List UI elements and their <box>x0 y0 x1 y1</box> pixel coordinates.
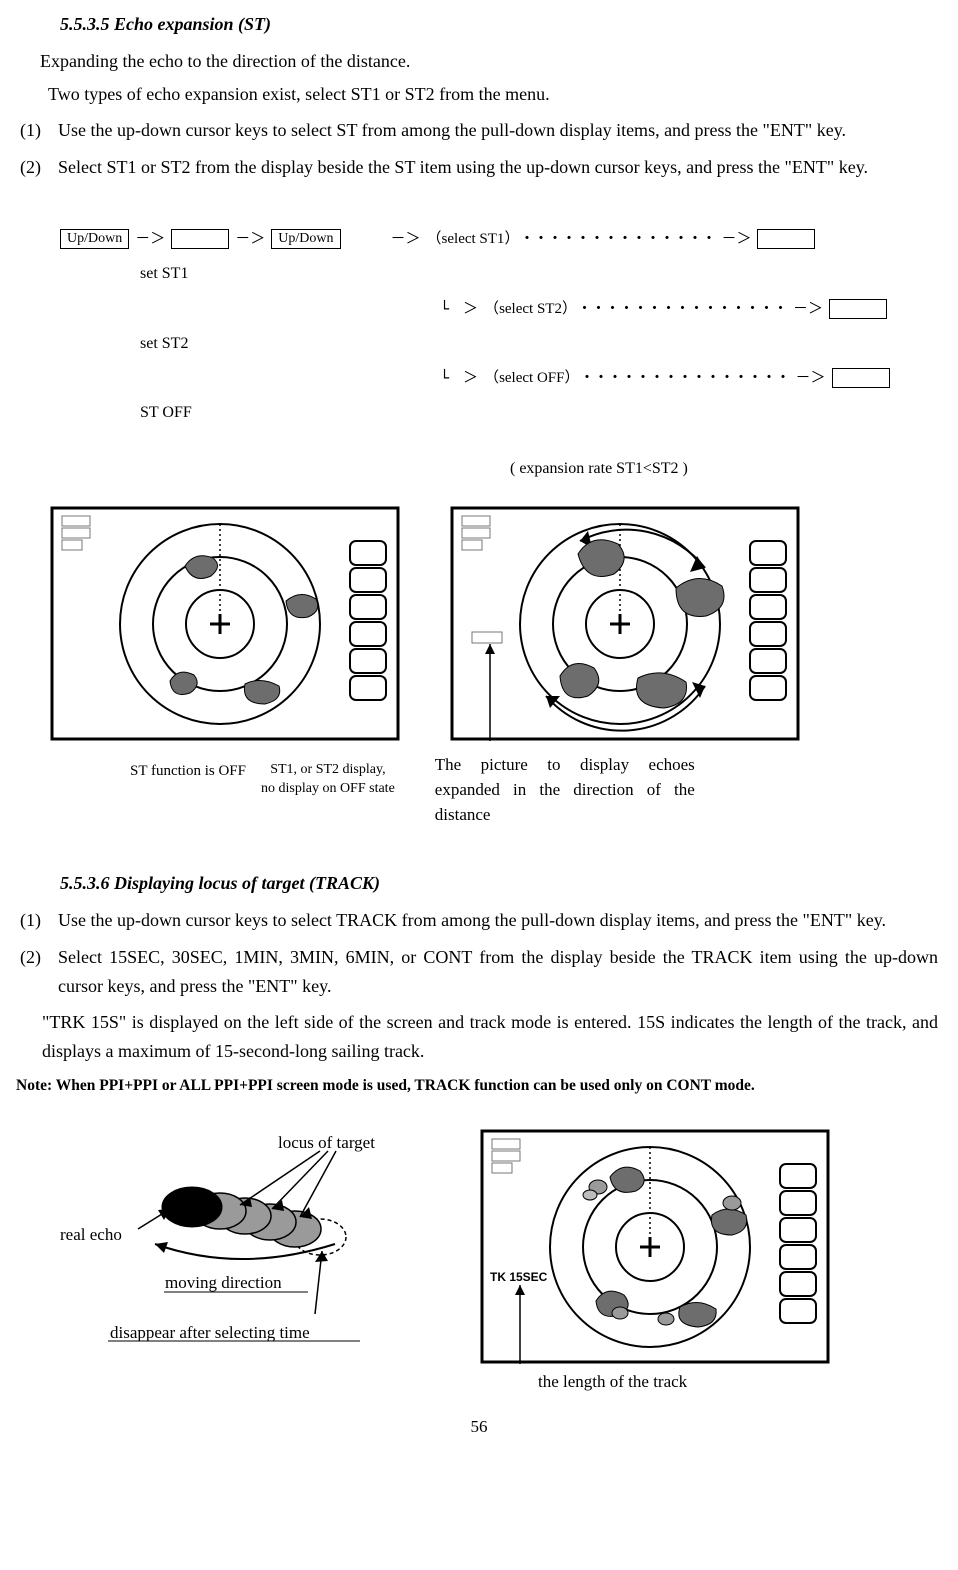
arrow-dash: －＞ <box>793 297 823 321</box>
key-ent-box <box>757 229 815 249</box>
dots: ・・・・・・・・・・・・・・ <box>519 227 715 251</box>
arrow-dash: －＞ <box>135 227 165 251</box>
step-text: Select ST1 or ST2 from the display besid… <box>42 153 938 182</box>
select-off-text: （select OFF） <box>484 366 579 390</box>
step-number: (2) <box>20 943 41 972</box>
step-text: Select 15SEC, 30SEC, 1MIN, 3MIN, 6MIN, o… <box>42 943 938 1001</box>
arrow-dash: －＞ <box>235 227 265 251</box>
arrow-dash: －＞ <box>721 227 751 251</box>
arrow-dash: －＞ <box>796 366 826 390</box>
moving-direction-label: moving direction <box>165 1269 282 1296</box>
key-updown-box: Up/Down <box>271 229 340 249</box>
locus-of-target-label: locus of target <box>278 1129 375 1156</box>
intro-text-1: Expanding the echo to the direction of t… <box>40 47 938 76</box>
section-heading-track: 5.5.3.6 Displaying locus of target (TRAC… <box>60 869 938 898</box>
radar-screen-off <box>50 506 400 741</box>
arrow-dash: ＞ <box>463 366 478 390</box>
step-number: (2) <box>20 153 41 182</box>
page-number: 56 <box>20 1413 938 1440</box>
radar-screen-st-on <box>450 506 800 741</box>
arrow-dash: －＞ <box>391 227 421 251</box>
dots: ・・・・・・・・・・・・・・・ <box>580 366 790 390</box>
step-text: Use the up-down cursor keys to select ST… <box>42 116 938 145</box>
disappear-label: disappear after selecting time <box>110 1319 310 1346</box>
expansion-rate-note: ( expansion rate ST1<ST2 ) <box>510 456 928 482</box>
st-off-label: ST OFF <box>140 400 192 426</box>
branch-icon: └ <box>440 297 449 321</box>
step-number: (1) <box>20 906 41 935</box>
key-ent-box <box>829 299 887 319</box>
arrow-dash: ＞ <box>463 297 478 321</box>
key-updown-box: Up/Down <box>60 229 129 249</box>
caption-st-indicator: ST1, or ST2 display, no display on OFF s… <box>261 761 395 797</box>
intro-text-2: Two types of echo expansion exist, selec… <box>48 80 938 109</box>
branch-icon: └ <box>440 366 449 390</box>
dots: ・・・・・・・・・・・・・・・ <box>577 297 787 321</box>
select-st2-text: （select ST2） <box>484 297 577 321</box>
select-st1-text: （select ST1） <box>427 227 520 251</box>
step-number: (1) <box>20 116 41 145</box>
caption-expanded-echoes: The picture to display echoes expanded i… <box>435 753 695 827</box>
flow-diagram: Up/Down －＞ －＞ Up/Down －＞ （select ST1） ・・… <box>60 227 928 481</box>
caption-st-off: ST function is OFF <box>130 759 246 783</box>
real-echo-label: real echo <box>60 1221 122 1248</box>
track-note: Note: When PPI+PPI or ALL PPI+PPI screen… <box>16 1074 938 1099</box>
section-heading-echo: 5.5.3.5 Echo expansion (ST) <box>60 10 938 39</box>
step-text: Use the up-down cursor keys to select TR… <box>42 906 938 935</box>
set-st2-label: set ST2 <box>140 331 188 357</box>
result-text: "TRK 15S" is displayed on the left side … <box>42 1008 938 1066</box>
tk-label: TK 15SEC <box>490 1270 548 1284</box>
radar-screen-track: TK 15SEC <box>480 1129 830 1364</box>
track-length-caption: the length of the track <box>538 1368 830 1395</box>
key-ent-box <box>832 368 890 388</box>
set-st1-label: set ST1 <box>140 261 188 287</box>
key-ent-box <box>171 229 229 249</box>
